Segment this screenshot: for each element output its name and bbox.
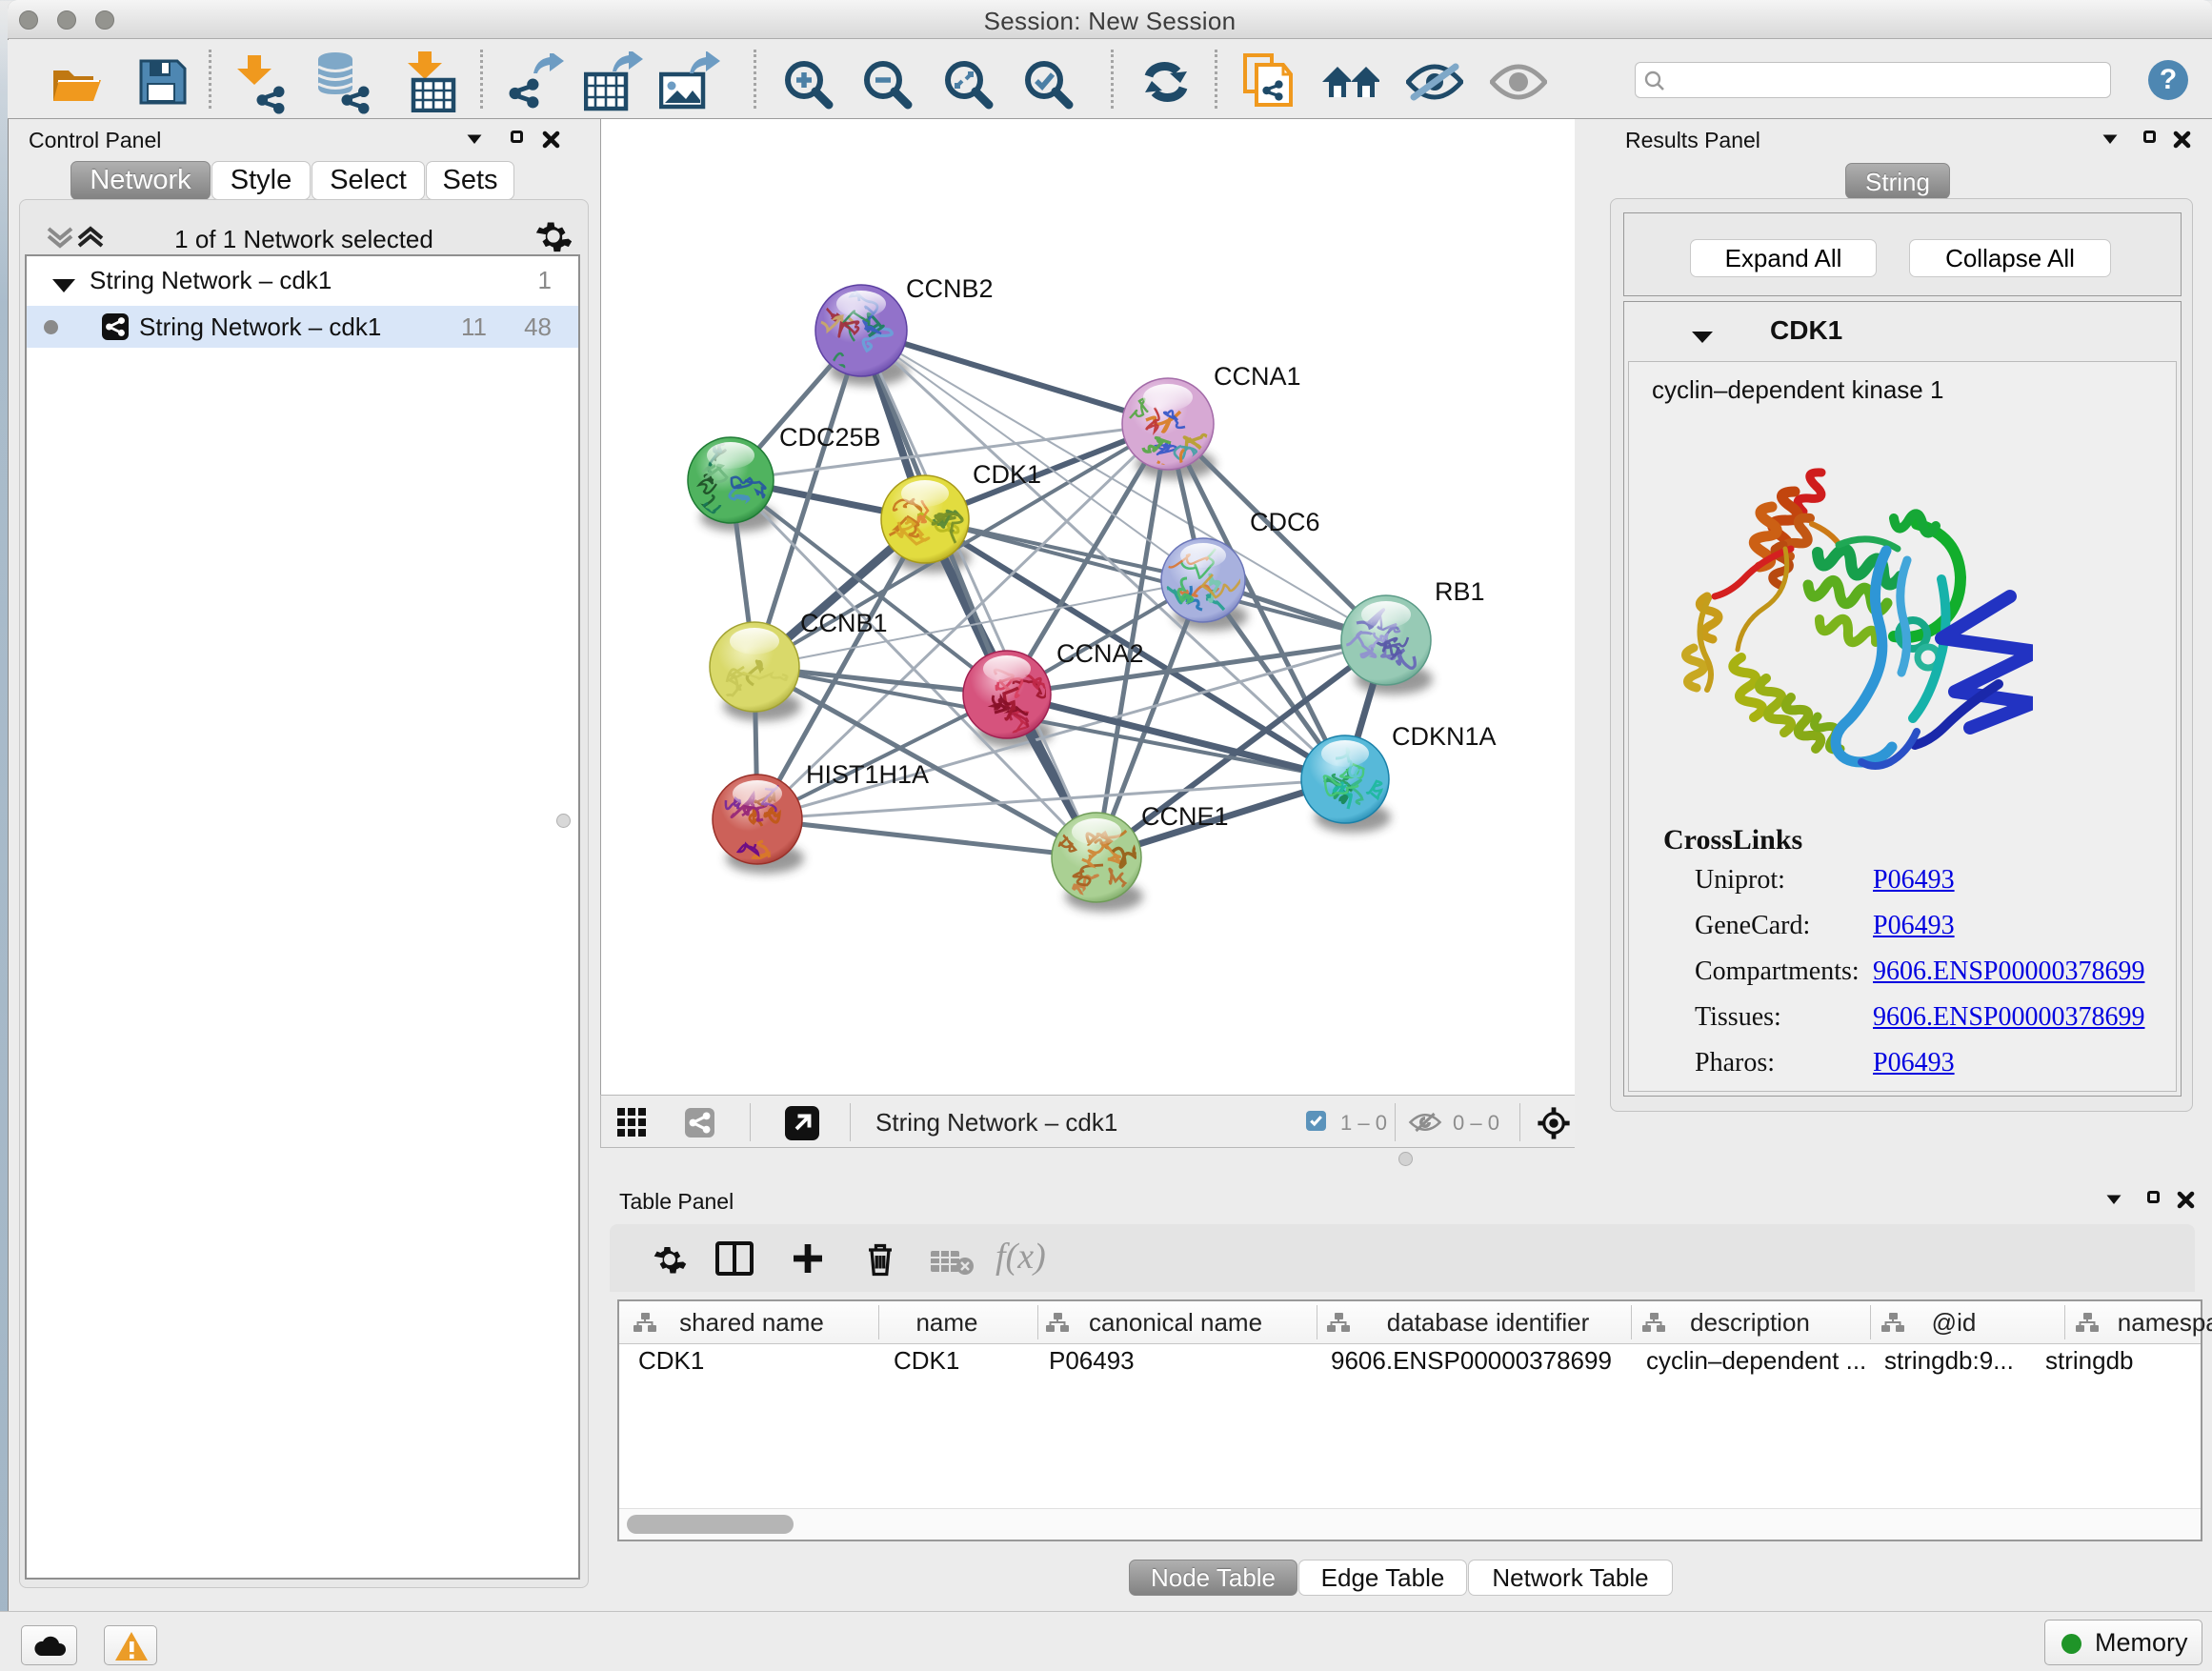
svg-text:RB1: RB1	[1435, 577, 1485, 606]
svg-text:CDC6: CDC6	[1250, 508, 1320, 536]
svg-text:CCNB1: CCNB1	[800, 609, 888, 637]
svg-text:HIST1H1A: HIST1H1A	[806, 760, 929, 789]
svg-text:CDK1: CDK1	[973, 460, 1041, 489]
svg-text:CCNA1: CCNA1	[1214, 362, 1301, 391]
svg-text:CCNA2: CCNA2	[1056, 639, 1144, 668]
svg-text:CCNE1: CCNE1	[1141, 802, 1229, 831]
svg-text:CDC25B: CDC25B	[779, 423, 881, 452]
svg-text:CDKN1A: CDKN1A	[1392, 722, 1497, 751]
svg-text:CCNB2: CCNB2	[906, 274, 994, 303]
